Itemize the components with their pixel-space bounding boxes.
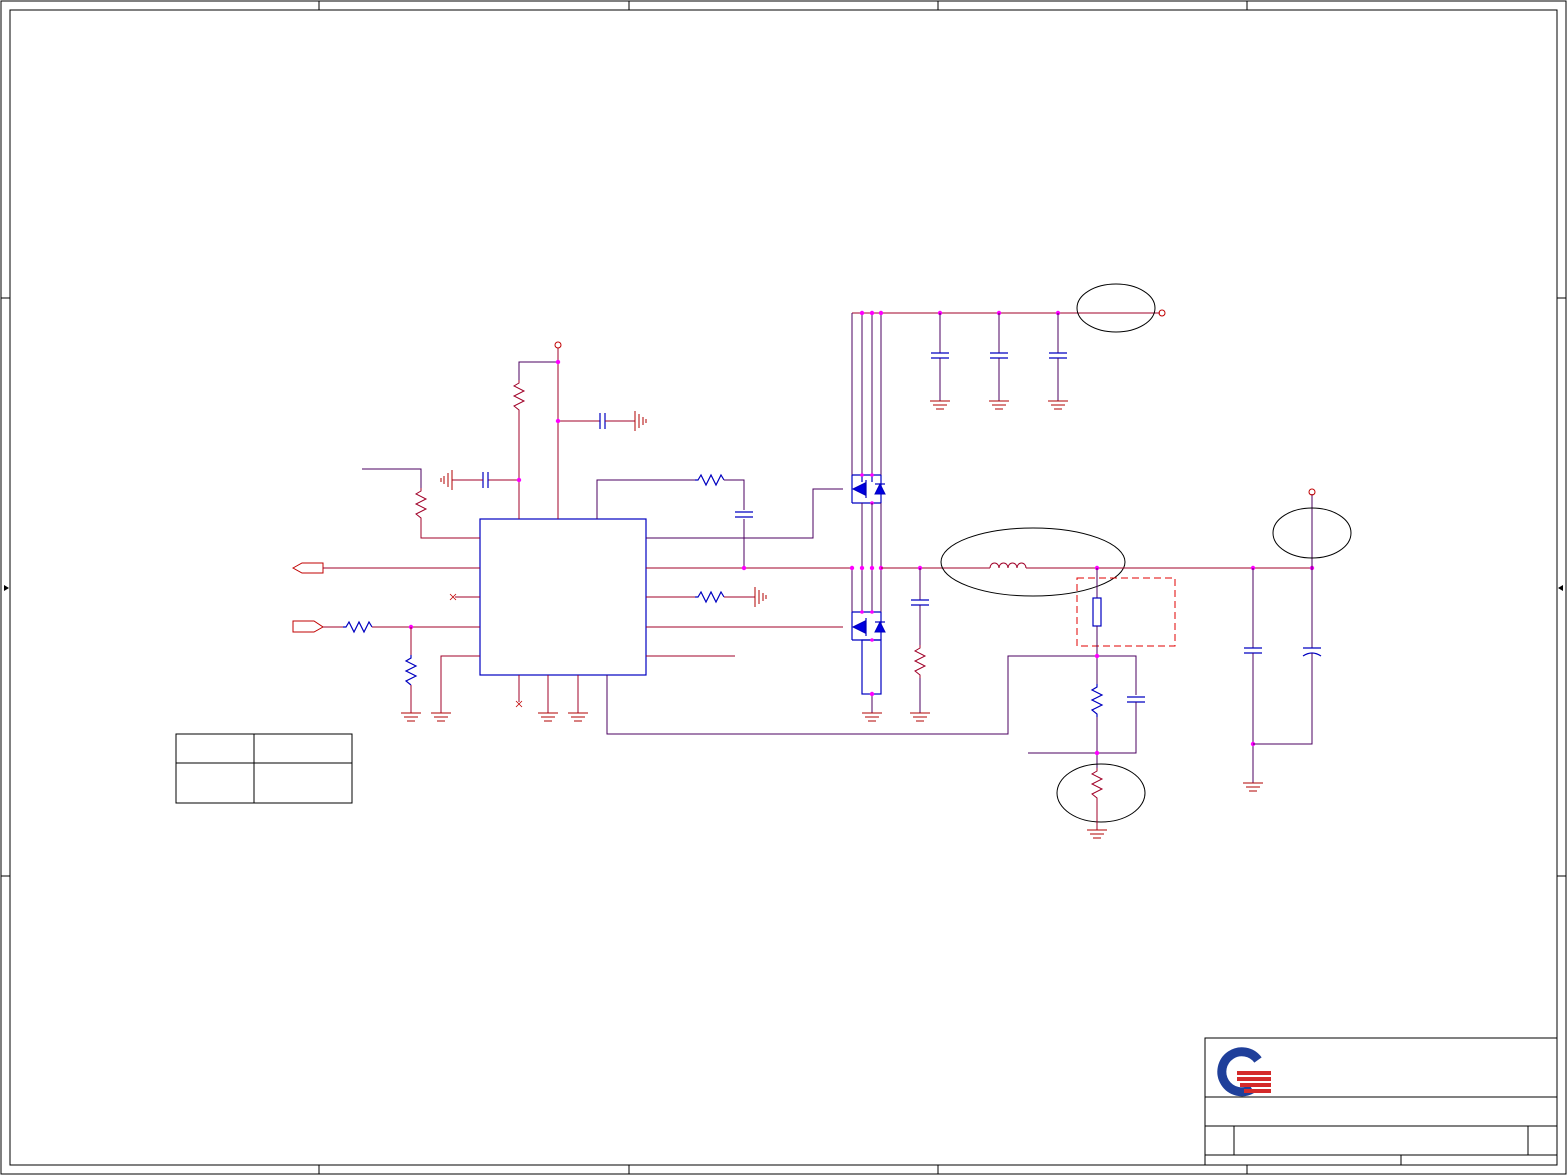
company-logo xyxy=(1217,1047,1271,1097)
output-inductor xyxy=(940,527,1315,597)
input-capacitor-3 xyxy=(1048,313,1068,410)
input-capacitor-2 xyxy=(989,313,1009,410)
output-capacitors xyxy=(1243,488,1352,792)
agnd-pin-network xyxy=(431,655,480,722)
current-limit-resistor xyxy=(695,590,725,604)
bottom-pin-network xyxy=(515,655,1137,735)
vcc-supply-network xyxy=(440,341,647,519)
schematic-sheet xyxy=(0,0,1567,1175)
title-block xyxy=(1204,1037,1558,1166)
feedback-divider xyxy=(1028,568,1176,839)
ground-symbol xyxy=(538,712,558,722)
pullup-resistor xyxy=(512,380,526,413)
phase-bus-upper xyxy=(861,503,882,568)
controller-ic xyxy=(479,518,647,676)
nc-pin-marker xyxy=(449,593,480,601)
note-table xyxy=(175,733,353,804)
current-limit-network xyxy=(646,587,767,607)
ground-symbol xyxy=(754,587,767,607)
series-resistor xyxy=(343,620,373,634)
input-highlight-ellipse xyxy=(1076,283,1156,333)
enable-resistor xyxy=(414,488,428,521)
ground-symbol xyxy=(634,411,647,431)
pgood-offpage-connector xyxy=(291,562,324,574)
bootstrap-resistor xyxy=(695,473,725,487)
snubber-network xyxy=(881,565,990,722)
low-side-mosfet xyxy=(851,568,886,722)
feedback-highlight-ellipse xyxy=(1056,763,1146,823)
input-capacitor-1 xyxy=(930,313,950,410)
phase-node xyxy=(646,565,852,571)
high-side-mosfet xyxy=(851,473,886,505)
ground-symbol xyxy=(401,712,421,722)
enable-offpage-network xyxy=(292,620,480,722)
input-power-bus xyxy=(851,283,1166,475)
vcc-power-symbol xyxy=(554,341,562,349)
bootstrap-network xyxy=(596,473,753,568)
enable-input-network xyxy=(362,468,480,539)
sheet-border xyxy=(0,0,1567,1175)
input-offpage-connector xyxy=(292,620,324,633)
pulldown-resistor xyxy=(404,655,418,686)
pgood-output-network xyxy=(291,562,480,574)
ground-symbol xyxy=(568,712,588,722)
ground-symbol xyxy=(440,470,453,490)
ground-symbol xyxy=(431,712,451,722)
